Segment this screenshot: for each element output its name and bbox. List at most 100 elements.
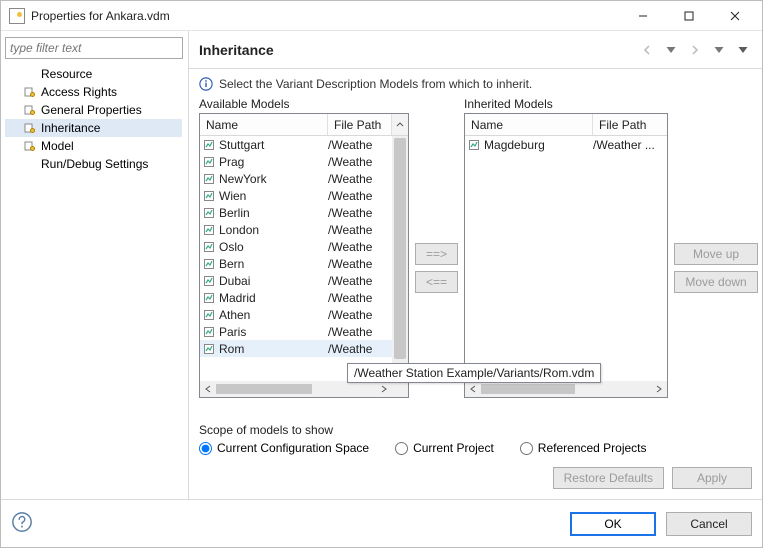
- sidebar-item-label: Inheritance: [41, 121, 100, 135]
- table-row[interactable]: Stuttgart/Weathe: [200, 136, 392, 153]
- table-row[interactable]: Paris/Weathe: [200, 323, 392, 340]
- remove-button[interactable]: <==: [415, 271, 458, 293]
- table-row[interactable]: Dubai/Weathe: [200, 272, 392, 289]
- model-icon: [200, 275, 218, 287]
- model-icon: [200, 139, 218, 151]
- scope-radio-1[interactable]: Current Project: [395, 441, 494, 455]
- apply-button[interactable]: Apply: [672, 467, 752, 489]
- info-text: Select the Variant Description Models fr…: [219, 77, 532, 91]
- titlebar: Properties for Ankara.vdm: [1, 1, 762, 31]
- page-title: Inheritance: [199, 42, 632, 58]
- available-vscroll[interactable]: [392, 136, 408, 381]
- config-icon: [23, 139, 37, 153]
- table-row[interactable]: Berlin/Weathe: [200, 204, 392, 221]
- available-list[interactable]: Name File Path Stuttgart/WeathePrag/Weat…: [199, 113, 409, 398]
- table-row[interactable]: NewYork/Weathe: [200, 170, 392, 187]
- hscroll-left-icon[interactable]: [200, 381, 216, 397]
- row-path: /Weathe: [328, 257, 392, 271]
- hscroll-right-icon[interactable]: [651, 381, 667, 397]
- hscroll-left-icon[interactable]: [465, 381, 481, 397]
- row-path: /Weathe: [328, 240, 392, 254]
- ok-button[interactable]: OK: [570, 512, 656, 536]
- restore-defaults-button[interactable]: Restore Defaults: [553, 467, 664, 489]
- scope-radio-0[interactable]: Current Configuration Space: [199, 441, 369, 455]
- row-name: Berlin: [218, 206, 328, 220]
- inherited-header-name[interactable]: Name: [465, 114, 593, 135]
- nav-forward-button[interactable]: [686, 41, 704, 59]
- radio-input[interactable]: [199, 442, 212, 455]
- config-icon: [23, 85, 37, 99]
- inherited-header-path[interactable]: File Path: [593, 114, 667, 135]
- table-row[interactable]: Wien/Weathe: [200, 187, 392, 204]
- model-icon: [200, 258, 218, 270]
- dialog-footer: OK Cancel: [1, 499, 762, 547]
- available-header-name[interactable]: Name: [200, 114, 328, 135]
- info-icon: [199, 77, 213, 91]
- radio-input[interactable]: [395, 442, 408, 455]
- sidebar-item-label: Access Rights: [41, 85, 117, 99]
- table-row[interactable]: Rom/Weathe: [200, 340, 392, 357]
- nav-forward-menu[interactable]: [710, 41, 728, 59]
- table-row[interactable]: Prag/Weathe: [200, 153, 392, 170]
- available-hscroll[interactable]: [200, 381, 392, 397]
- inherited-title: Inherited Models: [464, 97, 668, 111]
- row-path: /Weathe: [328, 342, 392, 356]
- row-path: /Weathe: [328, 172, 392, 186]
- row-name: NewYork: [218, 172, 328, 186]
- tooltip: /Weather Station Example/Variants/Rom.vd…: [347, 363, 601, 383]
- sidebar-item-general-properties[interactable]: General Properties: [5, 101, 182, 119]
- sidebar-item-access-rights[interactable]: Access Rights: [5, 83, 182, 101]
- row-name: Dubai: [218, 274, 328, 288]
- table-row[interactable]: Athen/Weathe: [200, 306, 392, 323]
- row-path: /Weathe: [328, 189, 392, 203]
- maximize-button[interactable]: [666, 2, 712, 30]
- sidebar-item-run-debug-settings[interactable]: Run/Debug Settings: [5, 155, 182, 173]
- row-path: /Weathe: [328, 274, 392, 288]
- model-icon: [200, 326, 218, 338]
- config-icon: [23, 103, 37, 117]
- filter-input[interactable]: [5, 37, 183, 59]
- table-row[interactable]: Magdeburg/Weather ...: [465, 136, 667, 153]
- sidebar-item-model[interactable]: Model: [5, 137, 182, 155]
- inherited-hscroll[interactable]: [465, 381, 667, 397]
- move-up-button[interactable]: Move up: [674, 243, 758, 265]
- model-icon: [200, 156, 218, 168]
- add-button[interactable]: ==>: [415, 243, 458, 265]
- sidebar-item-label: General Properties: [41, 103, 142, 117]
- view-menu[interactable]: [734, 41, 752, 59]
- row-name: Madrid: [218, 291, 328, 305]
- available-header-path[interactable]: File Path: [328, 114, 392, 135]
- table-row[interactable]: Bern/Weathe: [200, 255, 392, 272]
- sidebar-item-label: Resource: [41, 67, 92, 81]
- scope-title: Scope of models to show: [199, 423, 752, 437]
- table-row[interactable]: Madrid/Weathe: [200, 289, 392, 306]
- minimize-button[interactable]: [620, 2, 666, 30]
- row-name: Athen: [218, 308, 328, 322]
- scope-section: Scope of models to show Current Configur…: [199, 423, 752, 455]
- radio-label: Current Project: [413, 441, 494, 455]
- close-button[interactable]: [712, 2, 758, 30]
- cancel-button[interactable]: Cancel: [666, 512, 752, 536]
- sidebar-item-inheritance[interactable]: Inheritance: [5, 119, 182, 137]
- inherited-list[interactable]: Name File Path Magdeburg/Weather ...: [464, 113, 668, 398]
- model-icon: [200, 241, 218, 253]
- properties-dialog: Properties for Ankara.vdm Resource Access…: [0, 0, 763, 548]
- sidebar: Resource Access Rights General Properties I…: [1, 31, 189, 499]
- nav-back-button[interactable]: [638, 41, 656, 59]
- sidebar-item-label: Model: [41, 139, 74, 153]
- table-row[interactable]: Oslo/Weathe: [200, 238, 392, 255]
- nav-back-menu[interactable]: [662, 41, 680, 59]
- hscroll-right-icon[interactable]: [376, 381, 392, 397]
- scope-radio-2[interactable]: Referenced Projects: [520, 441, 647, 455]
- row-name: London: [218, 223, 328, 237]
- help-button[interactable]: [11, 511, 33, 536]
- model-icon: [200, 224, 218, 236]
- model-icon: [200, 292, 218, 304]
- move-down-button[interactable]: Move down: [674, 271, 758, 293]
- table-row[interactable]: London/Weathe: [200, 221, 392, 238]
- info-text-row: Select the Variant Description Models fr…: [199, 77, 752, 91]
- radio-input[interactable]: [520, 442, 533, 455]
- available-sort-icon[interactable]: [392, 114, 408, 135]
- sidebar-item-resource[interactable]: Resource: [5, 65, 182, 83]
- available-title: Available Models: [199, 97, 409, 111]
